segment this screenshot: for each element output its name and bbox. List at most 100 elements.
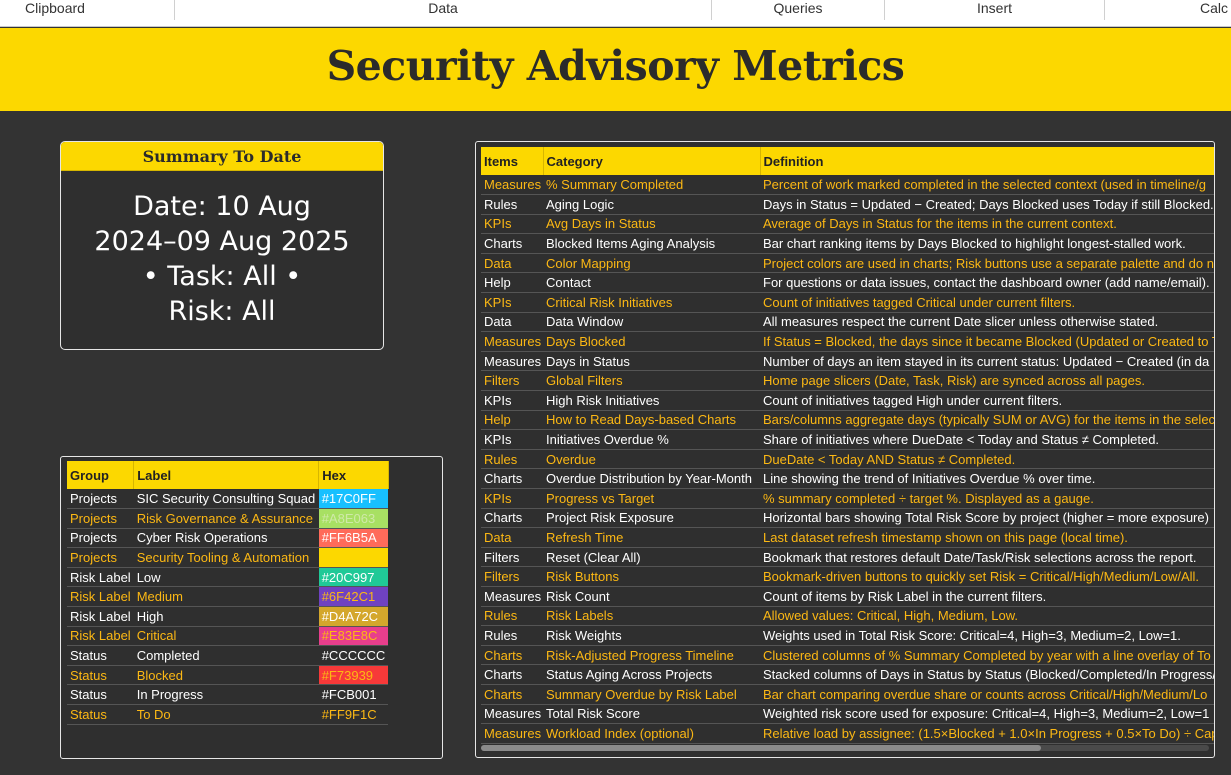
category-cell: Risk Weights xyxy=(543,625,760,646)
definition-cell: All measures respect the current Date sl… xyxy=(760,312,1214,333)
category-cell: Overdue Distribution by Year-Month xyxy=(543,468,760,489)
summary-line: Date: 10 Aug xyxy=(133,191,311,222)
title-banner: Security Advisory Metrics xyxy=(0,28,1231,111)
table-row[interactable]: Charts Overdue Distribution by Year-Month… xyxy=(481,468,1214,489)
definition-cell: Count of items by Risk Label in the curr… xyxy=(760,586,1214,607)
category-cell: Days Blocked xyxy=(543,331,760,352)
column-header-items[interactable]: Items xyxy=(481,147,544,175)
definition-cell: Count of initiatives tagged Critical und… xyxy=(760,292,1214,313)
definitions-table: Items Category Definition Measures% Summ… xyxy=(481,147,1214,744)
table-row[interactable]: Data Refresh Time Last dataset refresh tim… xyxy=(481,527,1214,548)
table-row[interactable]: Risk Label High #D4A72C xyxy=(67,606,389,627)
table-row[interactable]: Charts Summary Overdue by Risk Label Bar c… xyxy=(481,684,1214,705)
summary-card: Summary To Date Date: 10 Aug 2024–09 Aug… xyxy=(60,141,384,350)
group-cell: Status xyxy=(67,704,134,725)
table-row[interactable]: Rules Overdue DueDate < Today AND Status ≠… xyxy=(481,449,1214,470)
horizontal-scrollbar[interactable] xyxy=(481,745,1209,751)
table-row[interactable]: Projects SIC Security Consulting Squad #17… xyxy=(67,489,389,510)
group-cell: Risk Label xyxy=(67,586,134,608)
column-header-label[interactable]: Label xyxy=(133,461,320,489)
category-cell: Reset (Clear All) xyxy=(543,547,760,568)
definition-cell: % summary completed ÷ target %. Displaye… xyxy=(760,488,1214,509)
table-row[interactable]: KPIs Progress vs Target% summary complete… xyxy=(481,488,1214,509)
table-row[interactable]: Filters Risk Buttons Bookmark-driven butto… xyxy=(481,566,1214,587)
label-cell: Completed xyxy=(133,645,319,666)
table-row[interactable]: Measures Days in Status Number of days an … xyxy=(481,351,1214,372)
table-row[interactable]: Projects Security Tooling & Automation xyxy=(67,547,389,568)
definition-cell: Number of days an item stayed in its cur… xyxy=(760,351,1214,372)
table-row[interactable]: Projects Risk Governance & Assurance #A8E0… xyxy=(67,508,389,529)
table-row[interactable]: Help How to Read Days-based Charts Bars/co… xyxy=(481,410,1214,431)
label-cell: Cyber Risk Operations xyxy=(133,528,319,549)
table-row[interactable]: Charts Blocked Items Aging Analysis Bar ch… xyxy=(481,233,1214,254)
table-row[interactable]: Charts Project Risk Exposure Horizontal ba… xyxy=(481,508,1214,529)
table-row[interactable]: Filters Global Filters Home page slicers (… xyxy=(481,370,1214,392)
table-row[interactable]: Risk Label Low #20C997 xyxy=(67,567,389,588)
ribbon-tab-data[interactable]: Data xyxy=(175,0,711,20)
table-row[interactable]: Charts Risk-Adjusted Progress Timeline Clu… xyxy=(481,645,1214,666)
category-cell: Risk Buttons xyxy=(543,566,760,587)
item-cell: Measures xyxy=(481,723,543,744)
color-mapping-table: Group Label Hex Projects SIC Security Con… xyxy=(67,461,389,725)
table-row[interactable]: KPIs Critical Risk Initiatives Count of in… xyxy=(481,292,1214,313)
group-cell: Projects xyxy=(67,547,134,568)
ribbon-divider xyxy=(1104,0,1105,20)
category-cell: Aging Logic xyxy=(543,194,760,215)
table-row[interactable]: KPIs Initiatives Overdue % Share of initia… xyxy=(481,429,1214,450)
table-row[interactable]: Filters Reset (Clear All) Bookmark that re… xyxy=(481,547,1214,568)
hex-cell: #17C0FF xyxy=(318,489,389,510)
column-header-category[interactable]: Category xyxy=(543,147,761,175)
category-cell: Progress vs Target xyxy=(543,488,760,509)
table-row[interactable]: KPIs High Risk Initiatives Count of initia… xyxy=(481,390,1214,411)
table-row[interactable]: Risk Label Critical #E83E8C xyxy=(67,626,389,647)
table-row[interactable]: Status Blocked #F73939 xyxy=(67,665,389,686)
table-row[interactable]: Charts Status Aging Across Projects Stacke… xyxy=(481,664,1214,685)
label-cell: Risk Governance & Assurance xyxy=(133,508,319,529)
ribbon-tab-calc[interactable]: Calc xyxy=(1200,0,1231,20)
column-header-hex[interactable]: Hex xyxy=(318,461,389,489)
table-row[interactable]: Rules Aging Logic Days in Status = Updated… xyxy=(481,194,1214,215)
category-cell: % Summary Completed xyxy=(543,175,760,196)
ribbon-tab-insert[interactable]: Insert xyxy=(885,0,1104,20)
ribbon-bar: Clipboard Data Queries Insert Calc xyxy=(0,0,1231,27)
ribbon-tab-queries[interactable]: Queries xyxy=(712,0,884,20)
item-cell: Data xyxy=(481,253,543,274)
table-row[interactable]: Data Color Mapping Project colors are used… xyxy=(481,253,1214,274)
category-cell: Refresh Time xyxy=(543,527,760,548)
column-header-definition[interactable]: Definition xyxy=(760,147,1214,175)
category-cell: Initiatives Overdue % xyxy=(543,429,760,450)
table-row[interactable]: Help Contact For questions or data issues,… xyxy=(481,272,1214,294)
hex-cell: #E83E8C xyxy=(318,626,389,647)
item-cell: Charts xyxy=(481,233,543,254)
definition-cell: DueDate < Today AND Status ≠ Completed. xyxy=(760,449,1214,470)
table-row[interactable]: Measures Workload Index (optional) Relativ… xyxy=(481,723,1214,744)
column-header-group[interactable]: Group xyxy=(67,461,135,489)
table-row[interactable]: Rules Risk Weights Weights used in Total R… xyxy=(481,625,1214,646)
group-cell: Risk Label xyxy=(67,626,134,647)
label-cell: SIC Security Consulting Squad xyxy=(133,489,319,510)
ribbon-tab-clipboard[interactable]: Clipboard xyxy=(0,0,110,20)
table-row[interactable]: Status Completed #CCCCCC xyxy=(67,645,389,666)
scrollbar-thumb[interactable] xyxy=(481,745,1041,751)
table-row[interactable]: Measures Total Risk Score Weighted risk sc… xyxy=(481,704,1214,725)
label-cell: Medium xyxy=(133,586,319,608)
table-row[interactable]: Status To Do #FF9F1C xyxy=(67,704,389,725)
table-row[interactable]: Measures% Summary Completed Percent of wo… xyxy=(481,175,1214,196)
item-cell: Charts xyxy=(481,508,543,529)
definition-cell: Weighted risk score used for exposure: C… xyxy=(760,704,1214,725)
table-row[interactable]: Measures Risk Count Count of items by Risk… xyxy=(481,586,1214,607)
table-row[interactable]: Measures Days Blocked If Status = Blocked,… xyxy=(481,331,1214,352)
table-row[interactable]: Rules Risk Labels Allowed values: Critical… xyxy=(481,606,1214,627)
table-row[interactable]: KPIs Avg Days in Status Average of Days in… xyxy=(481,214,1214,235)
table-row[interactable]: Status In Progress #FCB001 xyxy=(67,684,389,706)
category-cell: How to Read Days-based Charts xyxy=(543,410,760,431)
table-row[interactable]: Risk Label Medium #6F42C1 xyxy=(67,586,389,608)
definition-cell: Clustered columns of % Summary Completed… xyxy=(760,645,1214,666)
definition-cell: Line showing the trend of Initiatives Ov… xyxy=(760,468,1214,489)
table-row[interactable]: Projects Cyber Risk Operations #FF6B5A xyxy=(67,528,389,549)
table-row[interactable]: Data Data Window All measures respect the … xyxy=(481,312,1214,333)
definition-cell: Days in Status = Updated − Created; Days… xyxy=(760,194,1214,215)
category-cell: Avg Days in Status xyxy=(543,214,760,235)
item-cell: KPIs xyxy=(481,292,543,313)
category-cell: Blocked Items Aging Analysis xyxy=(543,233,760,254)
